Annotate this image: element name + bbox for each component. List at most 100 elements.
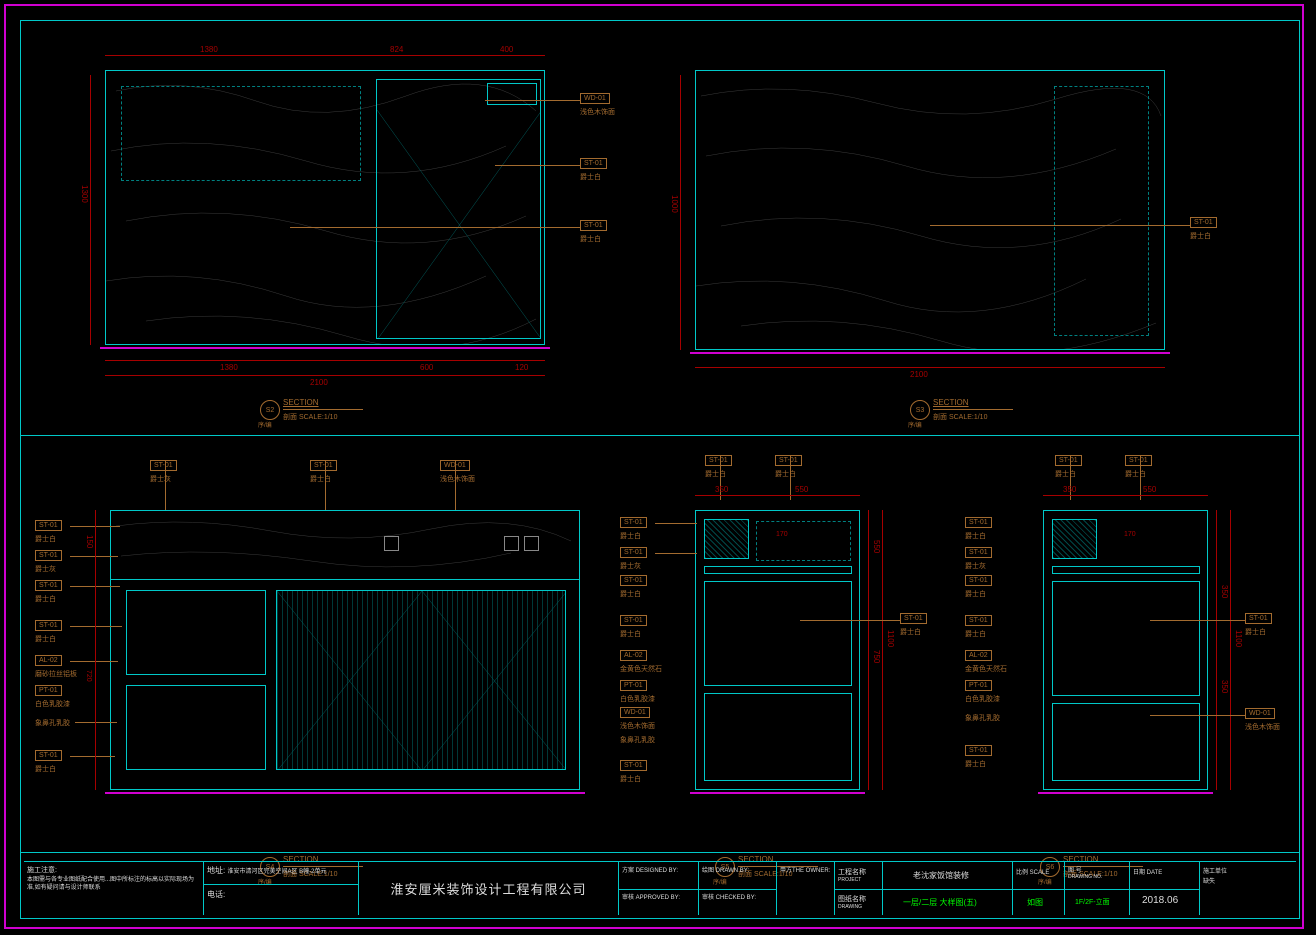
tag-desc: 金黄色天然石 [965,664,1007,674]
drawn-by: 绘图 DRAWN BY: [702,865,749,874]
owner-cell: 甲方THE OWNER: [777,862,835,915]
tag-desc: 磨砂拉丝铝板 [35,669,77,679]
tag-desc: 金黄色天然石 [620,664,662,674]
notes-text: 本图需与各专业图纸配合使用...图中所标注的标高以实际现场为准,如有疑问请与设计… [27,877,200,893]
dim: 170 [776,531,788,538]
section-underline [283,409,363,410]
tag-desc: 爵士白 [620,531,641,541]
upper-band [110,510,580,580]
tag-st01: ST-01 [1190,217,1217,228]
tag-desc: 爵士白 [35,594,56,604]
dim: 120 [515,363,528,372]
wood-panel [276,590,566,770]
dim-line [868,510,869,790]
dim-line [105,360,545,361]
tag: PT-01 [35,685,62,696]
section-s2-viewport: 1380 824 400 1300 1380 600 120 2100 WD-0… [90,55,590,415]
tag: WD-01 [1245,708,1275,719]
proj-name-cell: 老沈家饭馆装修 一层/二层 大样图(五) [883,862,1013,915]
dim: 550 [872,540,881,553]
floor-line [690,792,865,794]
leader [485,100,580,101]
sheet-label: 图 号 [1068,865,1082,874]
dim: 350 [715,485,728,494]
dim: 720 [85,670,92,682]
hidden-panel [121,86,361,181]
rev-cell: 施工单位 缺失 [1200,862,1296,915]
tag: AL-02 [620,650,647,661]
tag-desc: 爵士白 [35,634,56,644]
dim: 350 [1220,680,1229,693]
small-panel [487,83,537,105]
sheet-label-en: DRAWING NO. [1068,874,1102,880]
dim: 750 [872,650,881,663]
rev-label: 施工单位 [1203,866,1227,875]
dim: 2100 [310,378,328,387]
tag: WD-01 [620,707,650,718]
tag-desc: 爵士白 [705,469,726,479]
dim: 600 [420,363,433,372]
tag-desc: 浅色木饰面 [620,721,655,731]
tag-desc: 爵士白 [1245,627,1266,637]
section-mark: S2 [260,400,280,420]
sheet-cell: 图 号 DRAWING NO. 1F/2F-立面 [1065,862,1130,915]
door-panel [376,79,541,339]
date-label: 日期 DATE [1133,867,1162,876]
compartment [126,590,266,675]
section-s6-viewport: ST-01 爵士白 ST-01 爵士白 350 550 170 350 350 … [965,455,1280,835]
shelf [1052,566,1200,574]
section-s4-viewport: ST-01 爵士灰 ST-01 爵士白 WD-01 浅色木饰面 ST-01 爵士… [35,460,605,830]
dim-line [680,75,681,350]
tag-desc: 爵士白 [965,629,986,639]
dim-line [695,367,1165,368]
tag: ST-01 [965,745,992,756]
outlet-icon [384,536,399,551]
date-value: 2018.06 [1142,895,1178,906]
scale-value: 如图 [1027,897,1043,908]
tag-desc: 爵士白 [35,764,56,774]
dim-line [1216,510,1217,790]
design-cell: 方案 DESIGNED BY: 审核 APPROVED BY: [619,862,699,915]
tag-desc: 爵士白 [775,469,796,479]
tag-desc: 浅色木饰面 [580,107,615,117]
dim: 150 [85,535,94,548]
tag-desc: 爵士灰 [35,564,56,574]
fig: 序/编 [908,420,922,429]
tag: AL-02 [965,650,992,661]
drawn-cell: 绘图 DRAWN BY: 审核 CHECKED BY: [699,862,777,915]
dim-line [95,510,96,790]
dim: 350 [1063,485,1076,494]
dim: 1000 [670,195,679,213]
proj-label-cell: 工程名称 PROJECT 图纸名称 DRAWING [835,862,883,915]
sheet-no: 1F/2F-立面 [1075,897,1110,907]
tag-desc: 白色乳胶漆 [620,694,655,704]
title-block: 施工注意: 本图需与各专业图纸配合使用...图中所标注的标高以实际现场为准,如有… [24,861,1296,915]
drawing-label: 图纸名称 [838,894,866,904]
dim: 1100 [1234,630,1243,647]
leader [70,661,118,662]
tag-desc: 爵士白 [620,774,641,784]
dim-line [1230,510,1231,790]
tag-desc: 爵士白 [310,474,331,484]
floor-line [100,347,550,349]
leader [70,756,115,757]
dim: 1100 [886,630,895,647]
dim: 1380 [200,45,218,54]
section-title: SECTION [933,398,969,407]
company-name: 淮安厘米装饰设计工程有限公司 [390,879,586,898]
compartment [126,685,266,770]
tag: ST-01 [620,760,647,771]
dim-line [882,510,883,790]
dim: 2100 [910,370,928,379]
section-s3-viewport: 1000 2100 ST-01 爵士白 [680,55,1240,415]
tag-desc: 爵士白 [965,531,986,541]
tag: PT-01 [965,680,992,691]
tag-desc: 爵士白 [965,759,986,769]
tag-desc: 白色乳胶漆 [965,694,1000,704]
shelf [704,566,852,574]
dim-line [1043,495,1208,496]
addr-cell: 地址: 淮安市清河区完美空间A区 B幢-2单元 电话: [204,862,359,915]
tag-st01b: ST-01 [580,220,607,231]
tag: ST-01 [900,613,927,624]
compartment [704,581,852,686]
